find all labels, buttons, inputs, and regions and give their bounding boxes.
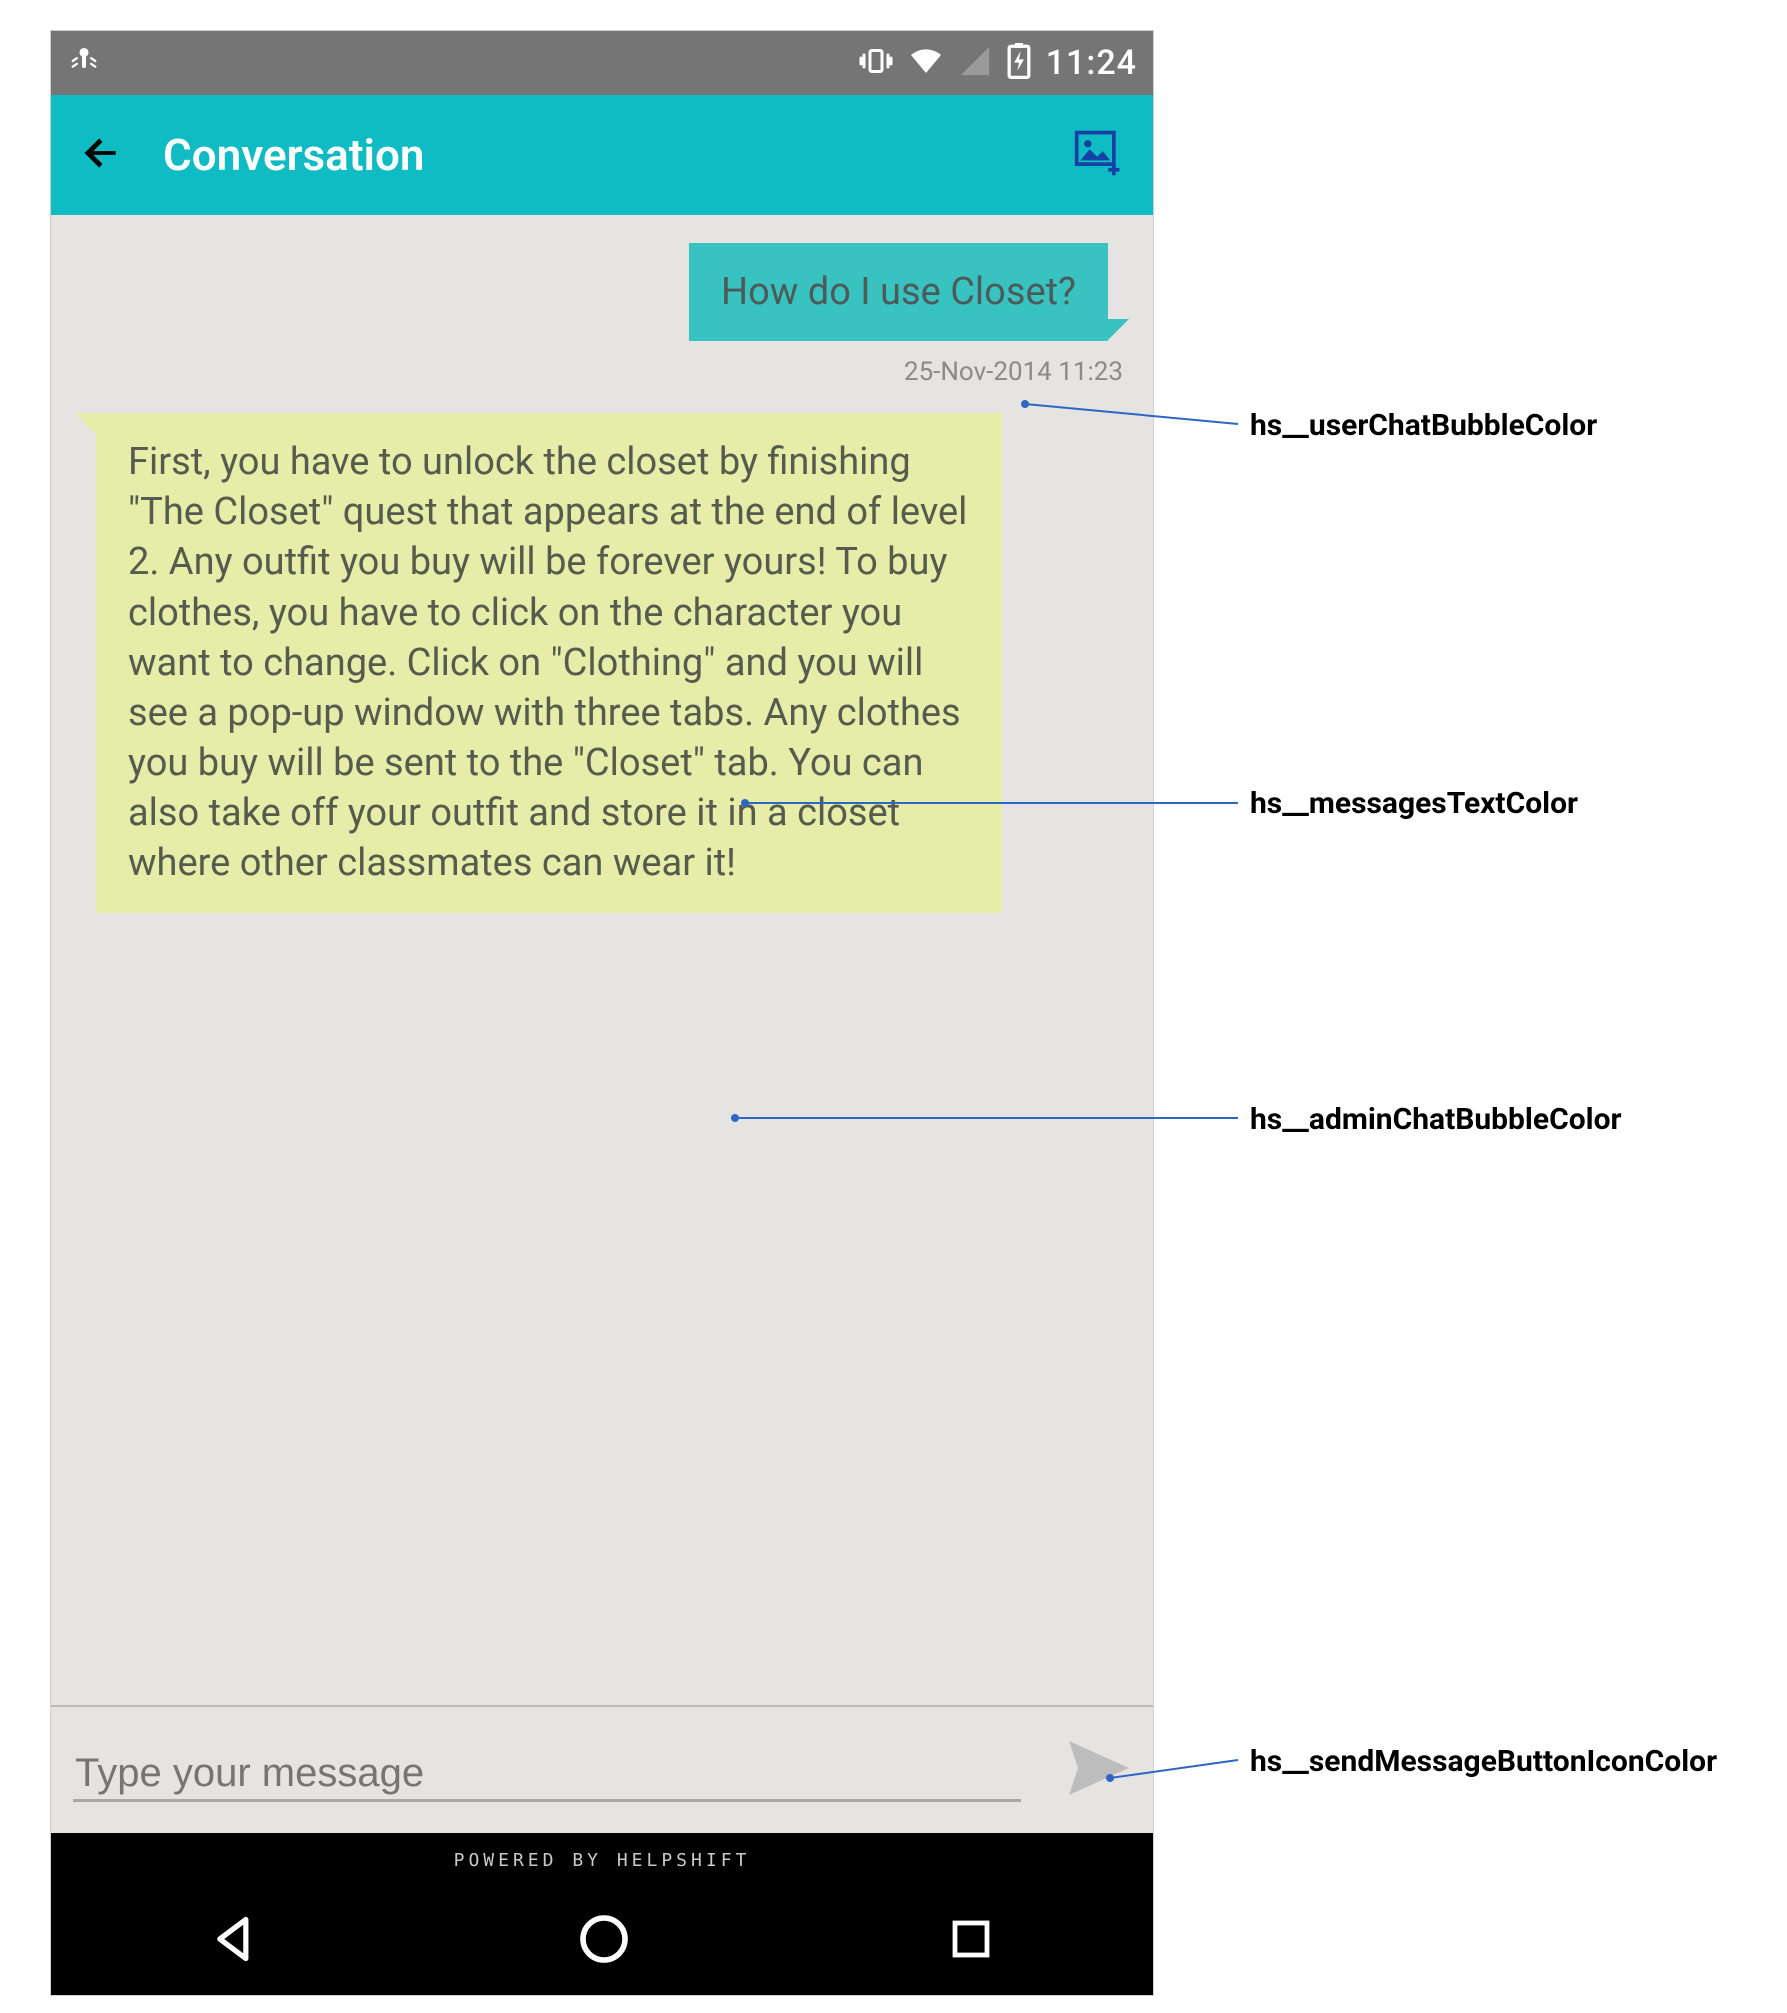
status-bar: 11:24 [51, 31, 1153, 95]
user-chat-bubble: How do I use Closet? [689, 243, 1108, 341]
signal-icon [958, 44, 992, 82]
app-bar: Conversation [51, 95, 1153, 215]
annotation-send-icon: hs__sendMessageButtonIconColor [1250, 1744, 1717, 1779]
annotation-user-bubble: hs__userChatBubbleColor [1250, 408, 1597, 443]
app-bar-title: Conversation [163, 129, 1073, 181]
debug-icon [67, 44, 101, 82]
powered-by-footer: POWERED BY HELPSHIFT [51, 1833, 1153, 1887]
chat-area: How do I use Closet? 25-Nov-2014 11:23 F… [51, 215, 1153, 1705]
user-message-text: How do I use Closet? [721, 270, 1076, 314]
wifi-icon [908, 43, 944, 83]
attach-image-icon[interactable] [1073, 127, 1125, 183]
annotation-messages-text: hs__messagesTextColor [1250, 786, 1578, 821]
user-message-row: How do I use Closet? [75, 243, 1129, 341]
annotation-admin-bubble: hs__adminChatBubbleColor [1250, 1102, 1621, 1137]
admin-message-row: First, you have to unlock the closet by … [75, 413, 1129, 912]
admin-message-text: First, you have to unlock the closet by … [128, 440, 967, 885]
android-nav-bar [51, 1887, 1153, 1995]
send-icon[interactable] [1063, 1732, 1135, 1808]
vibrate-icon [858, 43, 894, 83]
battery-charging-icon [1006, 43, 1032, 83]
message-input[interactable] [71, 1733, 1051, 1808]
nav-back-icon[interactable] [209, 1913, 261, 1969]
admin-bubble-tail [75, 413, 97, 435]
clock-text: 11:24 [1046, 43, 1137, 83]
input-underline [73, 1799, 1021, 1802]
phone-frame: 11:24 Conversation How do I us [50, 30, 1154, 1996]
user-message-timestamp: 25-Nov-2014 11:23 [75, 347, 1129, 413]
back-icon[interactable] [79, 131, 123, 179]
nav-recents-icon[interactable] [947, 1915, 995, 1967]
user-bubble-tail [1107, 319, 1129, 341]
admin-chat-bubble: First, you have to unlock the closet by … [96, 413, 1002, 912]
nav-home-icon[interactable] [576, 1911, 632, 1971]
message-input-row [51, 1705, 1153, 1833]
